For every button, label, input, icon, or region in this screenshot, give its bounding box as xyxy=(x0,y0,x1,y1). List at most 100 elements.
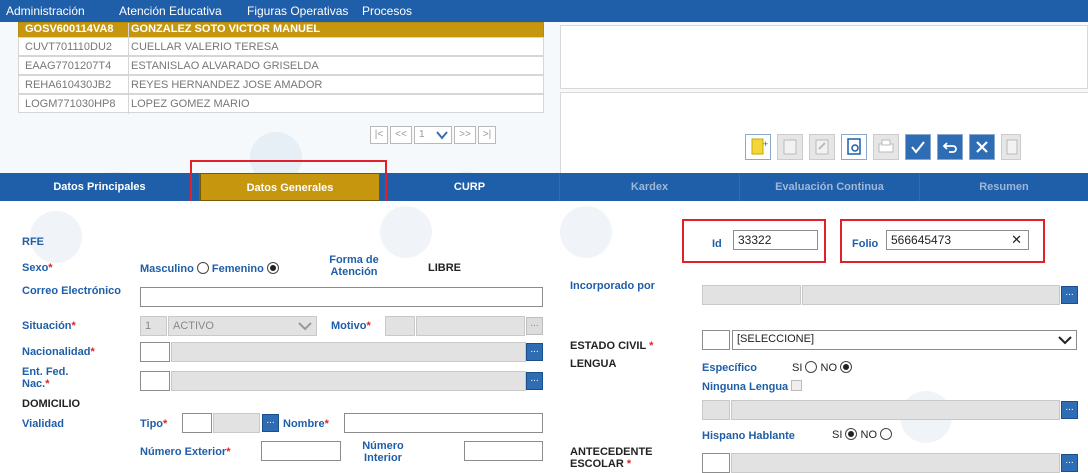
highlight-box xyxy=(840,219,1045,263)
undo-icon[interactable] xyxy=(937,134,963,160)
tipo-field xyxy=(213,413,260,433)
nacionalidad-code[interactable] xyxy=(140,342,170,362)
cell-name: ESTANISLAO ALVARADO GRISELDA xyxy=(131,60,319,72)
tab-curp[interactable]: CURP xyxy=(380,173,560,201)
tipo-code[interactable] xyxy=(182,413,212,433)
estado-civil-select[interactable]: [SELECCIONE] xyxy=(732,330,1077,350)
top-menu-bar: Administración Atención Educativa Figura… xyxy=(0,0,1088,22)
situacion-label: Situación* xyxy=(22,320,76,332)
chevron-down-icon xyxy=(298,322,312,331)
watermark-icon xyxy=(380,206,432,258)
search-doc-icon[interactable] xyxy=(841,134,867,160)
new-icon[interactable]: + xyxy=(745,134,771,160)
svg-text:+: + xyxy=(763,139,768,149)
pager-prev-button[interactable]: << xyxy=(390,126,412,144)
especifico-no-label: NO xyxy=(820,362,838,374)
email-field[interactable] xyxy=(140,287,543,307)
ninguna-lengua-checkbox[interactable] xyxy=(791,380,803,391)
nombre-label: Nombre* xyxy=(283,418,329,430)
antecedente-code[interactable] xyxy=(702,453,730,473)
correo-label: Correo Electrónico xyxy=(22,285,122,297)
antecedente-field xyxy=(731,453,1060,473)
estado-civil-label: ESTADO CIVIL * xyxy=(570,340,654,352)
cell-curp: EAAG7701207T4 xyxy=(25,60,112,72)
pager-last-button[interactable]: >| xyxy=(478,126,496,144)
close-icon[interactable] xyxy=(969,134,995,160)
antecedente-lookup-button[interactable]: ... xyxy=(1061,454,1078,472)
estado-civil-code[interactable] xyxy=(702,330,730,350)
situacion-code: 1 xyxy=(140,316,167,336)
ent-fed-lookup-button[interactable]: ... xyxy=(526,372,543,390)
last-icon[interactable] xyxy=(1001,134,1021,160)
table-row[interactable]: GOSV600114VA8 GONZALEZ SOTO VICTOR MANUE… xyxy=(18,22,544,42)
menu-atencion-educativa[interactable]: Atención Educativa xyxy=(119,4,222,18)
hispano-options: SI NO xyxy=(832,428,893,441)
watermark-icon xyxy=(560,206,612,258)
lengua-code xyxy=(702,400,730,420)
num-exterior-field[interactable] xyxy=(261,441,341,461)
table-row[interactable]: LOGM771030HP8 LOPEZ GOMEZ MARIO xyxy=(18,94,544,114)
motivo-label: Motivo* xyxy=(331,320,371,332)
edit-icon[interactable] xyxy=(809,134,835,160)
page-number: 1 xyxy=(419,129,425,140)
especifico-si-radio[interactable] xyxy=(805,361,818,373)
table-row[interactable]: CUVT701110DU2 CUELLAR VALERIO TERESA xyxy=(18,37,544,57)
pager-first-button[interactable]: |< xyxy=(370,126,388,144)
nacionalidad-field xyxy=(171,342,526,362)
cell-curp: CUVT701110DU2 xyxy=(25,41,113,53)
tipo-lookup-button[interactable]: ... xyxy=(262,414,279,432)
tab-datos-principales[interactable]: Datos Principales xyxy=(0,173,200,201)
situacion-select[interactable]: ACTIVO xyxy=(168,316,317,336)
tab-kardex[interactable]: Kardex xyxy=(560,173,740,201)
page-select[interactable]: 1 xyxy=(414,126,452,144)
ninguna-lengua-label: Ninguna Lengua xyxy=(702,380,803,393)
especifico-no-radio[interactable] xyxy=(840,361,853,373)
vialidad-label: Vialidad xyxy=(22,418,64,430)
num-interior-field[interactable] xyxy=(464,441,543,461)
sexo-options: Masculino Femenino xyxy=(140,262,279,275)
ent-fed-code[interactable] xyxy=(140,371,170,391)
cell-curp: GOSV600114VA8 xyxy=(25,23,114,35)
tab-bar: Datos Principales Datos Generales CURP K… xyxy=(0,173,1088,201)
incorporado-code xyxy=(702,285,801,305)
sexo-label: Sexo* xyxy=(22,262,53,274)
tab-evaluacion-continua[interactable]: Evaluación Continua xyxy=(740,173,920,201)
rfe-label: RFE xyxy=(22,236,44,248)
especifico-options: SI NO xyxy=(792,361,853,374)
pager: |< << 1 >> >| xyxy=(370,126,510,144)
info-panel xyxy=(560,25,1088,89)
hispano-no-label: NO xyxy=(860,429,878,441)
antecedente-label: ANTECEDENTE ESCOLAR * xyxy=(570,446,653,470)
hispano-si-label: SI xyxy=(832,429,843,441)
doc-icon[interactable] xyxy=(777,134,803,160)
hispano-no-radio[interactable] xyxy=(880,428,893,440)
lengua-lookup-button[interactable]: ... xyxy=(1061,401,1078,419)
tab-resumen[interactable]: Resumen xyxy=(920,173,1088,201)
nacionalidad-lookup-button[interactable]: ... xyxy=(526,343,543,361)
cell-name: REYES HERNANDEZ JOSE AMADOR xyxy=(131,79,323,91)
print-icon[interactable] xyxy=(873,134,899,160)
menu-administracion[interactable]: Administración xyxy=(6,4,85,18)
lengua-field xyxy=(731,400,1060,420)
ent-fed-label: Ent. Fed. Nac.* xyxy=(22,366,69,390)
cell-curp: LOGM771030HP8 xyxy=(25,98,116,110)
cell-name: LOPEZ GOMEZ MARIO xyxy=(131,98,250,110)
estado-civil-value: [SELECCIONE] xyxy=(737,333,815,345)
nombre-field[interactable] xyxy=(344,413,543,433)
motivo-lookup-button[interactable]: ... xyxy=(526,317,543,335)
incorporado-lookup-button[interactable]: ... xyxy=(1061,286,1078,304)
check-icon[interactable] xyxy=(905,134,931,160)
masculino-radio[interactable] xyxy=(196,262,209,274)
incorporado-label: Incorporado por xyxy=(570,280,655,292)
table-row[interactable]: EAAG7701207T4 ESTANISLAO ALVARADO GRISEL… xyxy=(18,56,544,76)
pager-next-button[interactable]: >> xyxy=(454,126,476,144)
femenino-radio[interactable] xyxy=(266,262,279,274)
forma-atencion-value: LIBRE xyxy=(428,262,461,274)
num-exterior-label: Número Exterior* xyxy=(140,446,231,458)
hispano-si-radio[interactable] xyxy=(845,428,858,440)
table-row[interactable]: REHA610430JB2 REYES HERNANDEZ JOSE AMADO… xyxy=(18,75,544,95)
menu-procesos[interactable]: Procesos xyxy=(362,4,412,18)
menu-figuras-operativas[interactable]: Figuras Operativas xyxy=(247,4,348,18)
especifico-si-label: SI xyxy=(792,362,803,374)
especifico-label: Específico xyxy=(702,362,758,374)
